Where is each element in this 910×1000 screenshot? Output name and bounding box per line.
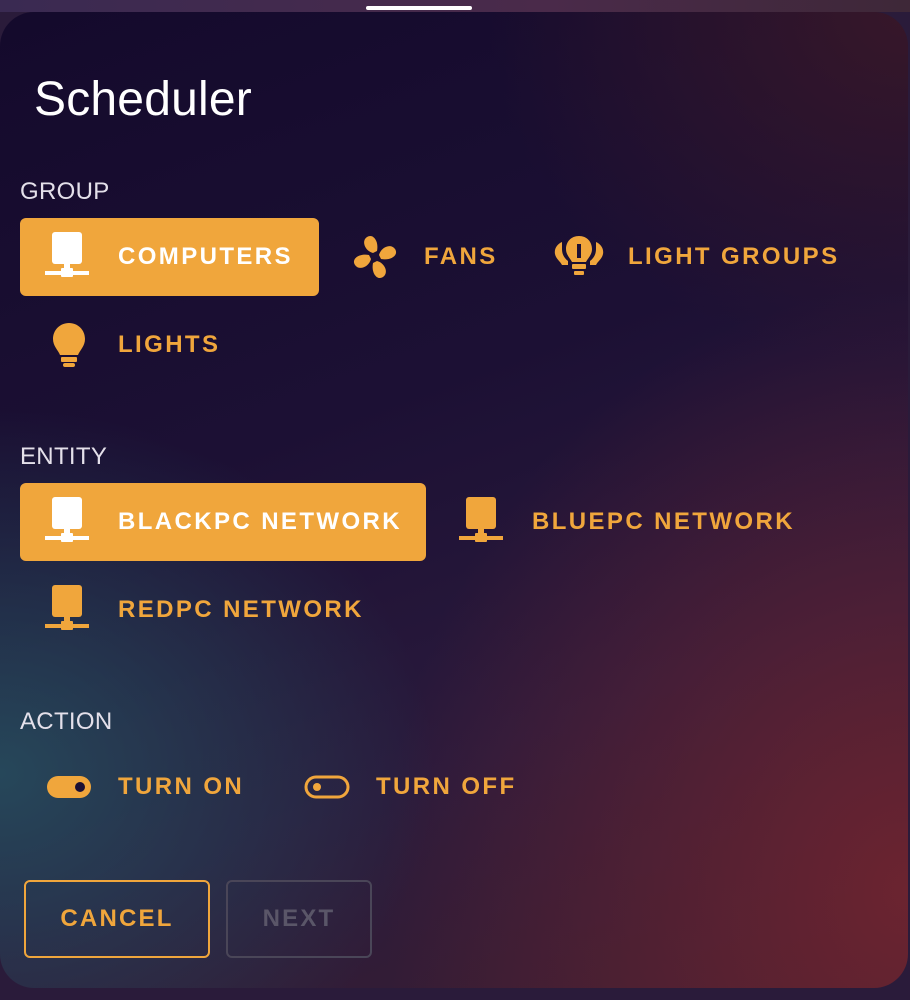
group-section-label: GROUP bbox=[20, 178, 110, 205]
network-computer-icon bbox=[20, 497, 118, 547]
dialog-title: Scheduler bbox=[34, 73, 252, 126]
group-option-label: FANS bbox=[424, 243, 498, 270]
group-option-light-groups[interactable]: LIGHT GROUPS bbox=[530, 218, 860, 296]
network-computer-icon bbox=[434, 497, 532, 547]
action-section-label: ACTION bbox=[20, 708, 113, 735]
group-option-label: COMPUTERS bbox=[118, 243, 293, 270]
cancel-button[interactable]: CANCEL bbox=[24, 880, 210, 958]
action-option-turn-on[interactable]: TURN ON bbox=[20, 748, 270, 826]
entity-option-blackpc-network[interactable]: BLACKPC NETWORK bbox=[20, 483, 426, 561]
toggle-off-icon bbox=[278, 775, 376, 799]
action-option-label: TURN OFF bbox=[376, 773, 517, 800]
group-option-computers[interactable]: COMPUTERS bbox=[20, 218, 319, 296]
scheduler-dialog: Scheduler GROUP COMPUTERS FANS LIGHT GRO… bbox=[0, 12, 908, 988]
light-group-icon bbox=[530, 234, 628, 280]
group-option-label: LIGHT GROUPS bbox=[628, 243, 840, 270]
group-option-fans[interactable]: FANS bbox=[326, 218, 522, 296]
lightbulb-icon bbox=[20, 322, 118, 368]
entity-option-label: BLUEPC NETWORK bbox=[532, 508, 795, 535]
network-computer-icon bbox=[20, 232, 118, 282]
fan-icon bbox=[326, 233, 424, 281]
network-computer-icon bbox=[20, 585, 118, 635]
entity-option-label: BLACKPC NETWORK bbox=[118, 508, 402, 535]
group-option-label: LIGHTS bbox=[118, 331, 221, 358]
group-option-lights[interactable]: LIGHTS bbox=[20, 306, 250, 384]
entity-option-redpc-network[interactable]: REDPC NETWORK bbox=[20, 571, 390, 649]
entity-option-label: REDPC NETWORK bbox=[118, 596, 364, 623]
toggle-on-icon bbox=[20, 775, 118, 799]
entity-section-label: ENTITY bbox=[20, 443, 108, 470]
action-option-turn-off[interactable]: TURN OFF bbox=[278, 748, 538, 826]
next-button[interactable]: NEXT bbox=[226, 880, 372, 958]
drag-handle[interactable] bbox=[366, 6, 472, 10]
entity-option-bluepc-network[interactable]: BLUEPC NETWORK bbox=[434, 483, 814, 561]
action-option-label: TURN ON bbox=[118, 773, 245, 800]
